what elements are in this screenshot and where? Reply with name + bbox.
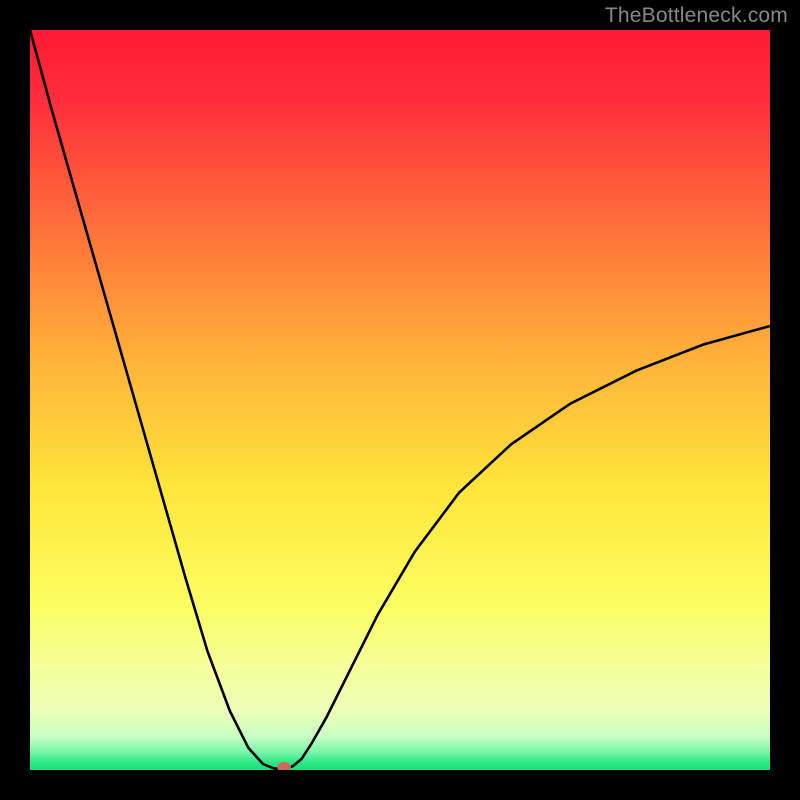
watermark-text: TheBottleneck.com xyxy=(605,4,788,28)
optimum-marker xyxy=(277,762,291,770)
plot-area xyxy=(30,30,770,770)
curve-layer xyxy=(30,30,770,770)
bottleneck-curve xyxy=(30,30,770,769)
chart-frame: TheBottleneck.com xyxy=(0,0,800,800)
